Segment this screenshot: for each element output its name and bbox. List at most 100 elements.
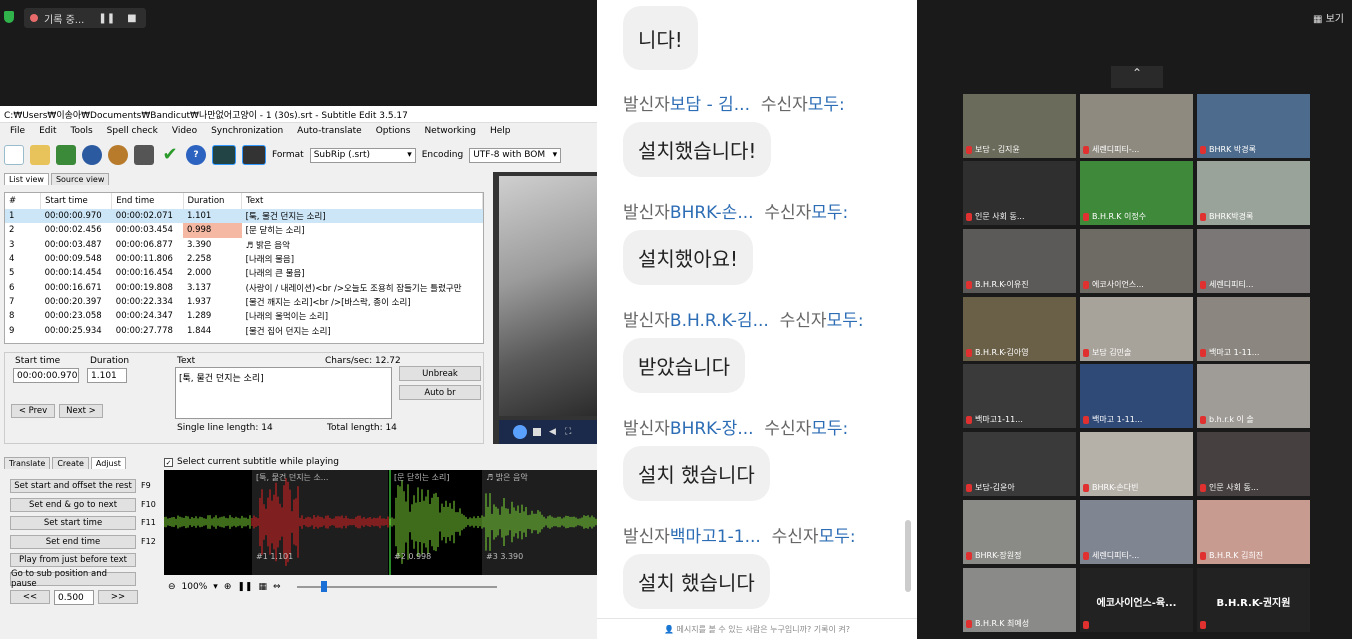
encoding-select[interactable]: UTF-8 with BOM ▾	[469, 147, 562, 163]
participant-tile[interactable]: 세렌디피티...	[1197, 229, 1310, 293]
participant-tile[interactable]: 인문 사회 동...	[963, 161, 1076, 225]
table-row[interactable]: 3 00:00:03.487 00:00:06.877 3.390 ♬ 밝은 음악	[5, 238, 483, 252]
stop-icon[interactable]	[533, 428, 541, 436]
table-row[interactable]: 1 00:00:00.970 00:00:02.071 1.101 [툭, 물건 던지는…	[5, 209, 483, 224]
mute-icon[interactable]: ◀	[549, 427, 556, 437]
adjust-button[interactable]: Set end & go to next	[10, 497, 136, 512]
subtitle-grid[interactable]: # Start time End time Duration Text 1 00:00:0…	[4, 192, 484, 344]
play-pause-icon[interactable]	[513, 425, 527, 439]
participant-tile[interactable]: 보담-김윤아	[963, 432, 1076, 496]
menu-item[interactable]: Spell check	[107, 126, 158, 136]
view-button[interactable]: ▦ 보기	[1313, 10, 1344, 25]
table-row[interactable]: 7 00:00:20.397 00:00:22.334 1.937 [물건 깨지는 소리…	[5, 295, 483, 309]
participant-tile[interactable]: 보담 - 김지윤	[963, 94, 1076, 158]
participant-tile[interactable]: 세렌디피티-...	[1080, 94, 1193, 158]
participant-tile[interactable]: 에코사이언스...	[1080, 229, 1193, 293]
table-row[interactable]: 5 00:00:14.454 00:00:16.454 2.000 [나래의 큰 물음]	[5, 266, 483, 280]
zoom-out-icon[interactable]: ⊖	[168, 582, 176, 592]
participant-tile[interactable]: BHRK-장원정	[963, 500, 1076, 564]
scroll-up-button[interactable]: ⌃	[1111, 66, 1163, 88]
sender-name[interactable]: B.H.R.K-김...	[670, 311, 769, 331]
find-icon[interactable]	[82, 145, 102, 165]
participant-tile[interactable]: 백마고 1-11...	[1197, 297, 1310, 361]
zoom-in-icon[interactable]: ⊕	[224, 582, 232, 592]
adjust-button[interactable]: Set end time	[10, 534, 136, 549]
tab-translate[interactable]: Translate	[4, 457, 51, 469]
participant-tile[interactable]: B.H.R.K-이유진	[963, 229, 1076, 293]
participant-tile[interactable]: B.H.R.K 이정수	[1080, 161, 1193, 225]
participant-tile[interactable]: 백마고1-11...	[963, 364, 1076, 428]
menu-item[interactable]: File	[10, 126, 25, 136]
column-header[interactable]: Start time	[40, 193, 113, 209]
next-button[interactable]: Next >	[59, 404, 103, 418]
grid-icon[interactable]: ▦	[258, 582, 267, 592]
pause-icon[interactable]: ❚❚	[98, 13, 115, 24]
zoom-value[interactable]: 100%	[182, 582, 208, 592]
participant-tile[interactable]: B.H.R.K 최예성	[963, 568, 1076, 632]
participant-tile[interactable]: B.H.R.K-김아영	[963, 297, 1076, 361]
save-icon[interactable]	[56, 145, 76, 165]
visual-sync-icon[interactable]	[134, 145, 154, 165]
step-value-field[interactable]: 0.500	[54, 590, 94, 605]
spell-check-icon[interactable]: ✔	[160, 145, 180, 165]
zoom-slider-thumb[interactable]	[320, 581, 327, 592]
menu-item[interactable]: Synchronization	[211, 126, 283, 136]
participant-tile[interactable]: 백마고 1-11...	[1080, 364, 1193, 428]
recipient-name[interactable]: 모두:	[819, 527, 856, 547]
video-player[interactable]: ◀ ⛶	[493, 172, 598, 444]
adjust-button[interactable]: Set start and offset the rest	[10, 479, 136, 493]
table-row[interactable]: 9 00:00:25.934 00:00:27.778 1.844 [물건 집어 던지는…	[5, 323, 483, 337]
menu-item[interactable]: Edit	[39, 126, 56, 136]
unbreak-button[interactable]: Unbreak	[399, 366, 481, 381]
menu-item[interactable]: Tools	[71, 126, 93, 136]
security-shield-icon[interactable]	[4, 11, 14, 23]
adjust-button[interactable]: Go to sub position and pause	[10, 569, 136, 589]
zoom-slider-track[interactable]	[296, 581, 497, 592]
pause-icon[interactable]: ❚❚	[237, 582, 252, 592]
recipient-name[interactable]: 모두:	[808, 95, 845, 115]
menu-item[interactable]: Help	[490, 126, 511, 136]
recipient-name[interactable]: 모두:	[811, 203, 848, 223]
sender-name[interactable]: BHRK-장...	[670, 419, 754, 439]
tab-list-view[interactable]: List view	[4, 173, 49, 185]
participant-tile[interactable]: 보담 김민솔	[1080, 297, 1193, 361]
participant-tile[interactable]: BHRK-손다빈	[1080, 432, 1193, 496]
participant-tile[interactable]: BHRK 박경록	[1197, 94, 1310, 158]
adjust-button[interactable]: Set start time	[10, 516, 136, 530]
sender-name[interactable]: 보담 - 김...	[670, 95, 750, 115]
tab-source-view[interactable]: Source view	[50, 173, 110, 185]
menu-item[interactable]: Options	[376, 126, 411, 136]
menu-item[interactable]: Video	[172, 126, 197, 136]
participant-tile[interactable]: B.H.R.K 김희진	[1197, 500, 1310, 564]
subtitle-text-box[interactable]: [툭, 물건 던지는 소리]	[175, 367, 392, 419]
participant-tile[interactable]: 인문 사회 동...	[1197, 432, 1310, 496]
column-header[interactable]: Duration	[183, 193, 243, 209]
menu-item[interactable]: Networking	[424, 126, 476, 136]
new-file-icon[interactable]	[4, 145, 24, 165]
column-header[interactable]: Text	[241, 193, 483, 209]
table-row[interactable]: 4 00:00:09.548 00:00:11.806 2.258 [나래의 물음]	[5, 252, 483, 266]
chat-scrollbar[interactable]	[905, 520, 911, 592]
table-row[interactable]: 6 00:00:16.671 00:00:19.808 3.137 (사랑이 / 내레이…	[5, 280, 483, 294]
table-row[interactable]: 2 00:00:02.456 00:00:03.454 0.998 [문 닫히는 소리]	[5, 223, 483, 238]
video-toggle-icon[interactable]	[242, 145, 266, 165]
column-header[interactable]: End time	[111, 193, 184, 209]
column-header[interactable]: #	[5, 193, 42, 209]
participant-tile[interactable]: BHRK박경록	[1197, 161, 1310, 225]
recipient-name[interactable]: 모두:	[827, 311, 864, 331]
table-row[interactable]: 8 00:00:23.058 00:00:24.347 1.289 [나래의 울먹이는 …	[5, 309, 483, 323]
adjust-button[interactable]: Play from just before text	[10, 553, 136, 567]
step-forward-button[interactable]: >>	[98, 590, 138, 604]
sender-name[interactable]: BHRK-손...	[670, 203, 754, 223]
step-back-button[interactable]: <<	[10, 590, 50, 604]
waveform-toggle-icon[interactable]	[212, 145, 236, 165]
participant-tile[interactable]: b.h.r.k 이 솔	[1197, 364, 1310, 428]
select-while-playing[interactable]: ✓ Select current subtitle while playing	[164, 457, 339, 467]
link-icon[interactable]: ⇔	[273, 582, 281, 592]
tab-adjust[interactable]: Adjust	[90, 457, 126, 469]
start-time-field[interactable]: 00:00:00.970	[13, 368, 79, 383]
menu-item[interactable]: Auto-translate	[297, 126, 362, 136]
sender-name[interactable]: 백마고1-1...	[670, 527, 761, 547]
participant-tile[interactable]: B.H.R.K-권지원	[1197, 568, 1310, 632]
stop-icon[interactable]: ■	[127, 13, 136, 24]
